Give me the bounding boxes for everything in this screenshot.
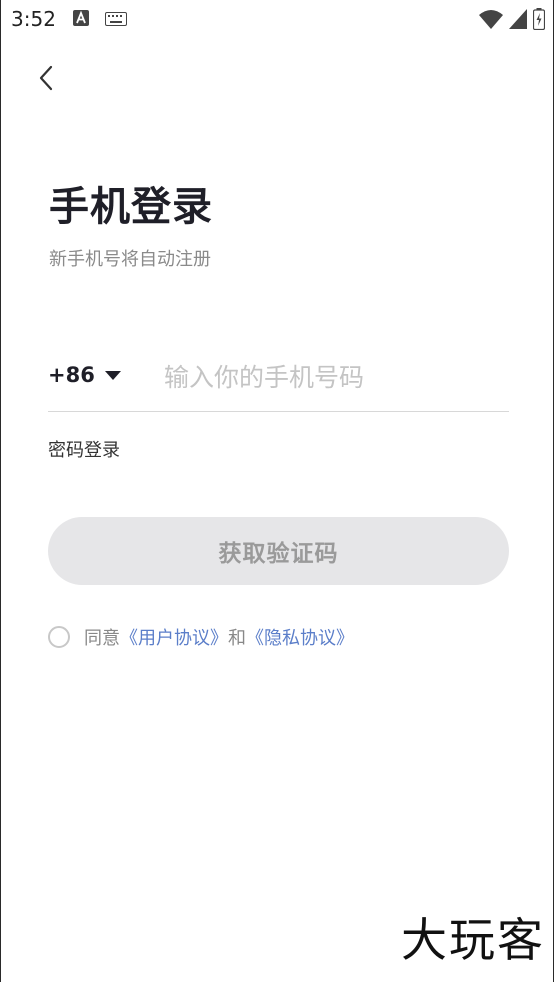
get-code-label: 获取验证码	[218, 541, 339, 567]
a-notification-icon	[73, 10, 89, 30]
status-bar: 3:52	[1, 0, 554, 38]
back-button[interactable]	[29, 60, 63, 100]
battery-icon	[532, 8, 546, 34]
status-time: 3:52	[11, 7, 56, 31]
user-agreement-link[interactable]: 《用户协议》	[120, 624, 228, 650]
agreement-row: 同意 《用户协议》 和 《隐私协议》	[48, 624, 354, 650]
status-left-icons	[73, 10, 127, 30]
get-verification-code-button[interactable]: 获取验证码	[48, 517, 509, 585]
wifi-icon	[479, 9, 503, 33]
password-login-link[interactable]: 密码登录	[48, 436, 120, 462]
caret-down-icon	[104, 366, 121, 385]
phone-row: +86	[48, 345, 509, 412]
page-title: 手机登录	[49, 184, 213, 230]
keyboard-icon	[105, 11, 127, 30]
watermark-logo: 大玩客	[401, 913, 545, 967]
agreement-conjunction: 和	[228, 628, 246, 649]
page-subtitle: 新手机号将自动注册	[49, 249, 211, 270]
country-code-value: +86	[48, 363, 95, 387]
login-screen: 3:52 手机登录 新手机号将自动注册 +86 输入你的手机号码 密码登录 获取…	[0, 0, 554, 982]
agreement-checkbox[interactable]	[48, 626, 70, 648]
signal-icon	[509, 9, 527, 33]
phone-input[interactable]	[164, 355, 504, 399]
chevron-left-icon	[38, 65, 54, 95]
agreement-prefix: 同意	[84, 628, 120, 649]
status-right-icons	[479, 8, 546, 34]
country-code-selector[interactable]: +86	[48, 363, 121, 387]
privacy-policy-link[interactable]: 《隐私协议》	[246, 624, 354, 650]
